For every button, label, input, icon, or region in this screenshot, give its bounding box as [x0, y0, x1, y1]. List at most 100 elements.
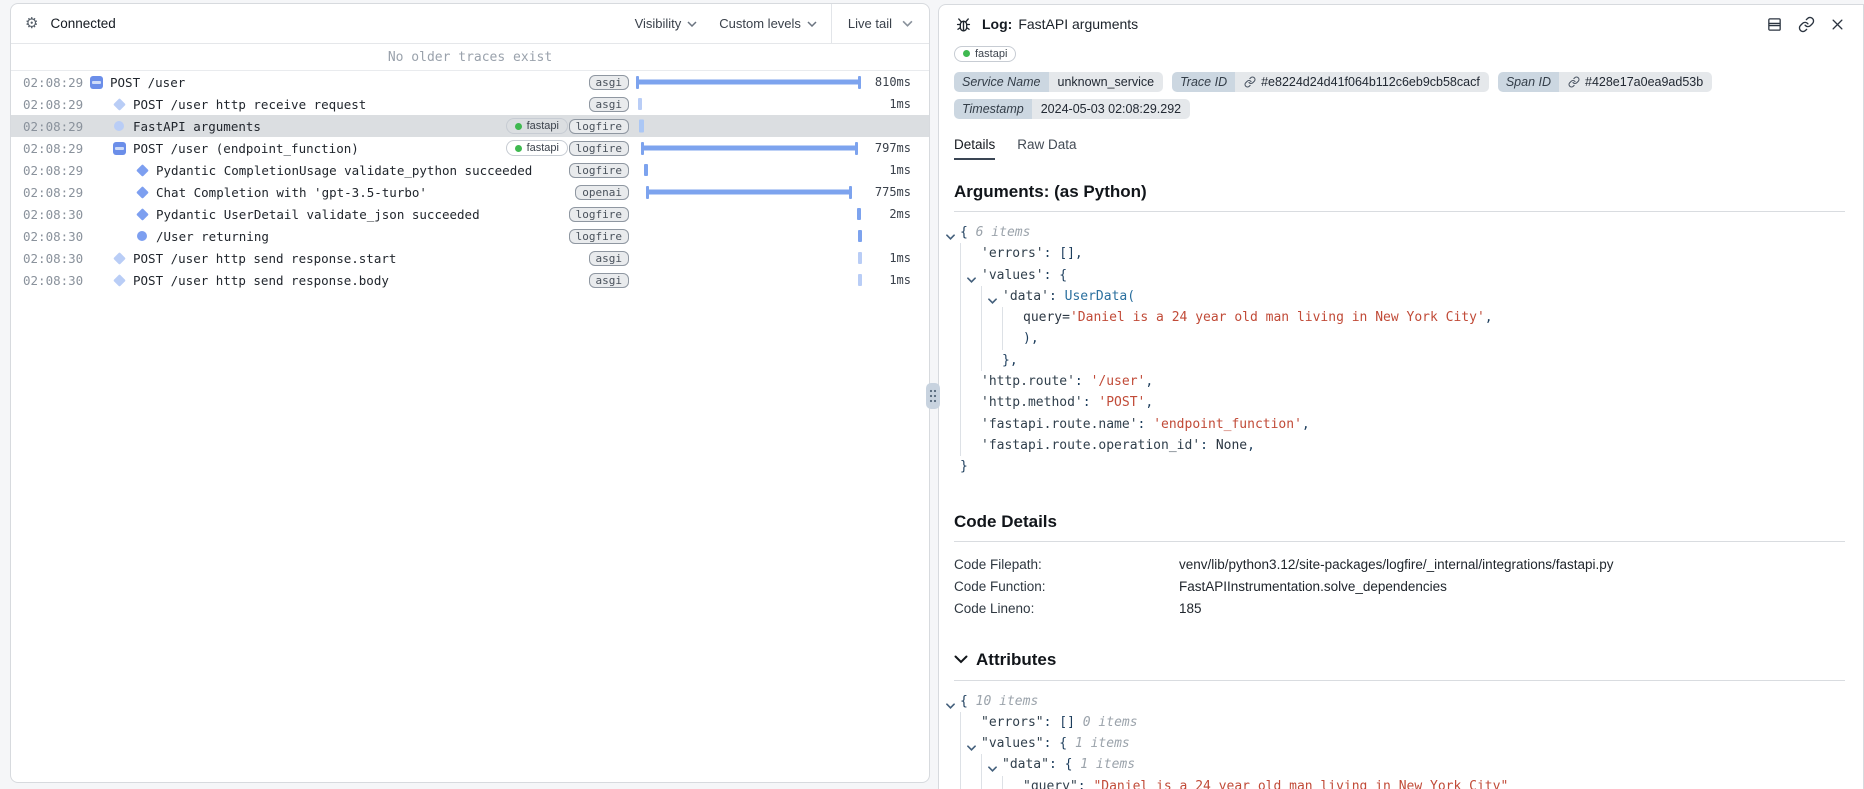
tag-badge-logfire[interactable]: logfire	[569, 207, 629, 222]
dock-panel-icon[interactable]	[1766, 16, 1783, 33]
log-kind-label: Log:	[982, 16, 1012, 32]
code-token: :	[1200, 438, 1216, 453]
meta-pill-label: Span ID	[1498, 72, 1559, 92]
tag-column: openai	[573, 185, 629, 200]
trace-label: Pydantic UserDetail validate_json succee…	[156, 207, 573, 222]
meta-pill-value: unknown_service	[1049, 72, 1164, 92]
trace-timestamp: 02:08:29	[23, 119, 85, 134]
settings-gear-icon[interactable]: ⚙	[25, 16, 38, 31]
duration-bar-track	[637, 225, 865, 247]
trace-row[interactable]: 02:08:29POST /userasgi810ms	[11, 71, 929, 93]
code-detail-value: 185	[1179, 598, 1202, 620]
tag-badge-logfire[interactable]: logfire	[569, 163, 629, 178]
duration-tick	[858, 230, 862, 242]
trace-label: POST /user http receive request	[133, 97, 573, 112]
tree-line: "query": "Daniel is a 24 year old man li…	[954, 776, 1845, 789]
duration-bar-track	[637, 71, 865, 93]
trace-row[interactable]: 02:08:30POST /user http send response.st…	[11, 247, 929, 269]
collapse-chevron-icon[interactable]	[946, 695, 955, 716]
scope-badge-label: fastapi	[527, 120, 559, 132]
circle-light-icon	[112, 119, 126, 133]
code-detail-label: Code Filepath:	[954, 554, 1179, 576]
indent-guide	[960, 435, 981, 456]
tree-line-content: 'errors': [],	[981, 243, 1083, 264]
meta-pill-timestamp: Timestamp2024-05-03 02:08:29.292	[954, 99, 1190, 119]
code-detail-value: FastAPIInstrumentation.solve_dependencie…	[1179, 576, 1447, 598]
scope-badge-row: fastapi	[954, 44, 1845, 62]
visibility-dropdown[interactable]: Visibility	[635, 16, 698, 31]
span-icon[interactable]	[89, 75, 103, 89]
duration-bar-track	[637, 203, 865, 225]
tag-badge-logfire[interactable]: logfire	[569, 229, 629, 244]
scope-badge-fastapi[interactable]: fastapi	[506, 140, 568, 156]
trace-row[interactable]: 02:08:29POST /user (endpoint_function)fa…	[11, 137, 929, 159]
custom-levels-dropdown[interactable]: Custom levels	[719, 16, 817, 31]
trace-label: FastAPI arguments	[133, 119, 506, 134]
indent-guide	[981, 350, 1002, 371]
tag-badge-asgi[interactable]: asgi	[589, 97, 630, 112]
code-detail-label: Code Lineno:	[954, 598, 1179, 620]
collapse-chevron-icon[interactable]	[967, 269, 976, 290]
tree-line-content: "errors": [] 0 items	[981, 712, 1138, 733]
arguments-heading: Arguments: (as Python)	[954, 182, 1845, 202]
indent-guide	[960, 392, 981, 413]
duration-bar-track	[637, 247, 865, 269]
trace-row[interactable]: 02:08:29Pydantic CompletionUsage validat…	[11, 159, 929, 181]
tag-badge-logfire[interactable]: logfire	[569, 119, 629, 134]
trace-row[interactable]: 02:08:30/User returninglogfire	[11, 225, 929, 247]
tag-badge-openai[interactable]: openai	[575, 185, 629, 200]
trace-row[interactable]: 02:08:29Chat Completion with 'gpt-3.5-tu…	[11, 181, 929, 203]
live-tail-label: Live tail	[848, 16, 892, 31]
code-token: 'http.route'	[981, 374, 1075, 389]
link-icon[interactable]	[1568, 76, 1580, 88]
trace-timestamp: 02:08:29	[23, 75, 85, 90]
code-token: '/user'	[1091, 374, 1146, 389]
code-token: "data"	[1002, 757, 1049, 772]
scope-badge-fastapi[interactable]: fastapi	[954, 46, 1016, 62]
chevron-down-icon	[687, 21, 697, 27]
trace-timestamp: 02:08:30	[23, 251, 85, 266]
trace-row[interactable]: 02:08:30POST /user http send response.bo…	[11, 269, 929, 291]
indent-guide	[960, 350, 981, 371]
trace-row[interactable]: 02:08:30Pydantic UserDetail validate_jso…	[11, 203, 929, 225]
trace-row[interactable]: 02:08:29 FastAPI arguments fastapi logfire	[11, 115, 929, 137]
span-icon[interactable]	[112, 141, 126, 155]
tree-line: "values": { 1 items	[954, 733, 1845, 754]
collapse-chevron-icon[interactable]	[946, 226, 955, 247]
tag-badge-asgi[interactable]: asgi	[589, 251, 630, 266]
duration-tick	[857, 208, 861, 220]
meta-pill-label: Trace ID	[1172, 72, 1235, 92]
tag-badge-asgi[interactable]: asgi	[589, 75, 630, 90]
tree-line-content: query='Daniel is a 24 year old man livin…	[1023, 307, 1493, 328]
collapse-chevron-icon[interactable]	[967, 737, 976, 758]
trace-row[interactable]: 02:08:29POST /user http receive requesta…	[11, 93, 929, 115]
log-detail-header: Log: FastAPI arguments	[954, 5, 1845, 39]
tree-line-content: 'http.method': 'POST',	[981, 392, 1153, 413]
code-token: 10 items	[976, 694, 1039, 709]
panel-resize-handle[interactable]	[926, 383, 940, 409]
tag-column: logfire	[573, 229, 629, 244]
trace-duration: 1ms	[865, 97, 911, 111]
grip-dots-icon	[929, 389, 937, 403]
indent-guide	[1002, 328, 1023, 349]
close-icon[interactable]	[1830, 17, 1845, 32]
duration-bar-track	[637, 269, 865, 291]
collapse-chevron-icon[interactable]	[954, 655, 968, 664]
scope-badge-fastapi[interactable]: fastapi	[506, 118, 568, 134]
indent-guide	[1002, 776, 1023, 789]
collapse-chevron-icon[interactable]	[988, 758, 997, 779]
tab-raw-data[interactable]: Raw Data	[1017, 137, 1076, 160]
tab-details[interactable]: Details	[954, 137, 995, 160]
trace-label: /User returning	[156, 229, 573, 244]
tag-badge-logfire[interactable]: logfire	[569, 141, 629, 156]
tag-badge-asgi[interactable]: asgi	[589, 273, 630, 288]
duration-bar-track	[637, 181, 865, 203]
live-tail-select[interactable]: Live tail	[831, 4, 929, 43]
no-older-traces-notice: No older traces exist	[11, 44, 929, 71]
code-token: 'fastapi.route.name'	[981, 417, 1138, 432]
meta-pill-label: Service Name	[954, 72, 1049, 92]
copy-link-icon[interactable]	[1798, 16, 1815, 33]
link-icon[interactable]	[1244, 76, 1256, 88]
code-token: ,	[1485, 310, 1493, 325]
collapse-chevron-icon[interactable]	[988, 290, 997, 311]
